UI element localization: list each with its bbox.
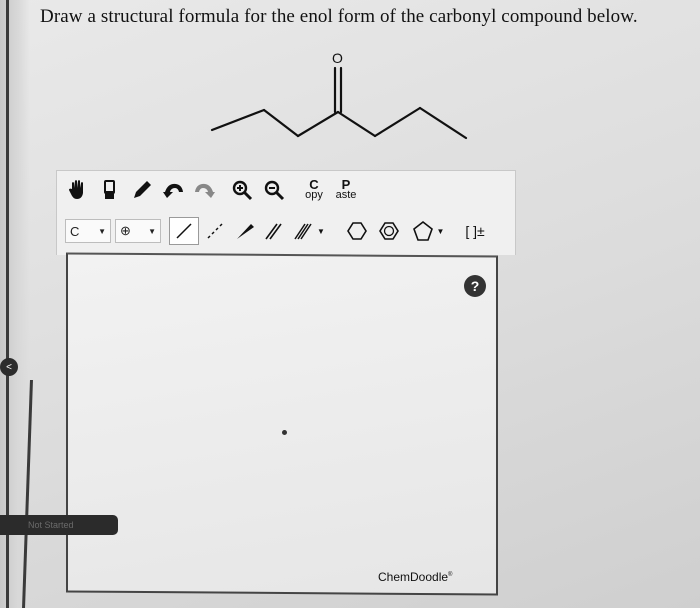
charge-selector-value: ⊕ (120, 223, 131, 238)
pencil-icon[interactable] (129, 177, 155, 203)
chevron-down-icon: ▼ (98, 226, 106, 236)
copy-button[interactable]: C opy (301, 175, 327, 205)
double-bond-tool[interactable] (259, 217, 287, 245)
hand-icon[interactable] (65, 177, 91, 203)
bond (418, 106, 468, 140)
brand-text: ChemDoodle (378, 570, 449, 584)
zoom-in-icon[interactable] (229, 177, 255, 203)
drawing-canvas[interactable] (66, 252, 498, 596)
chevron-down-icon: ▼ (436, 226, 445, 236)
element-selector[interactable]: C ▼ (65, 219, 111, 243)
single-bond-tool[interactable] (169, 217, 199, 245)
benzene-ring-tool[interactable] (375, 217, 403, 245)
bracket-tool[interactable]: [ ]± (455, 217, 495, 245)
status-side-label: Not Started (28, 520, 74, 530)
bond (262, 108, 300, 138)
bond (336, 110, 377, 138)
bracket-tool-label: [ ]± (465, 223, 485, 239)
undo-icon[interactable] (161, 177, 187, 203)
zoom-out-icon[interactable] (261, 177, 287, 203)
element-selector-value: C (70, 223, 80, 239)
charge-selector[interactable]: ⊕ ▼ (115, 219, 161, 243)
bond (373, 106, 422, 138)
atom-label-oxygen: O (332, 50, 343, 66)
paste-button-small: aste (335, 189, 357, 201)
bond (296, 110, 340, 138)
paste-button[interactable]: P aste (333, 175, 359, 205)
canvas-dot (282, 430, 287, 435)
brand-mark: ® (448, 572, 453, 578)
dashed-bond-tool[interactable] (201, 217, 229, 245)
chevron-down-icon: ▼ (148, 226, 156, 236)
wedge-bond-tool[interactable] (231, 217, 259, 245)
pentagon-ring-tool[interactable]: ▼ (407, 217, 449, 245)
chevron-down-icon: ▼ (317, 226, 325, 236)
copy-button-small: opy (305, 189, 323, 201)
triple-bond-tool[interactable]: ▼ (289, 217, 329, 245)
redo-icon[interactable] (191, 177, 217, 203)
status-side-button[interactable]: Not Started (0, 515, 118, 535)
cyclopropane-ring-tool[interactable] (343, 217, 371, 245)
question-prompt: Draw a structural formula for the enol f… (40, 6, 638, 27)
bond (210, 108, 266, 132)
help-button[interactable]: ? (464, 275, 486, 297)
chemdoodle-brand: ChemDoodle® (378, 570, 452, 584)
carbonyl-structure: O (210, 50, 468, 140)
chemdoodle-toolbar: C opy P aste C ▼ ⊕ ▼ ▼ ▼ [ ]± (56, 170, 516, 255)
eraser-icon[interactable] (97, 177, 123, 203)
back-button[interactable]: < (0, 358, 18, 376)
